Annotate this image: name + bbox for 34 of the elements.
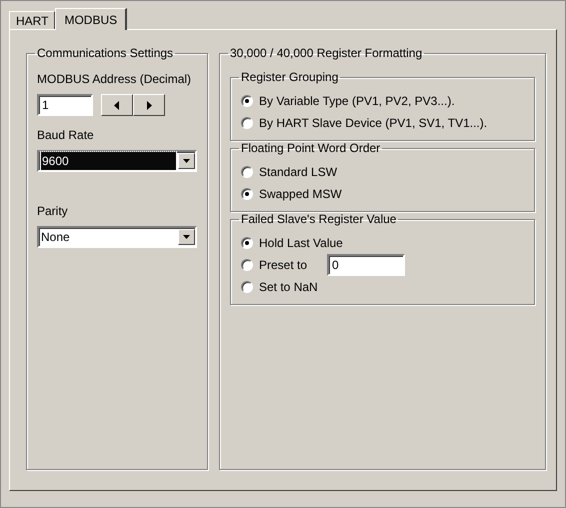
field-label: Baud Rate [37,127,95,144]
radio-button[interactable] [241,117,253,129]
radio-label: By Variable Type (PV1, PV2, PV3...). [259,93,455,110]
left-arrow-icon [114,100,120,110]
tab[interactable]: MODBUS [55,8,128,30]
radio-button[interactable] [241,188,253,200]
radio-button[interactable] [241,95,253,107]
dropdown[interactable]: 9600 [37,150,197,172]
spin-left-button[interactable] [101,94,133,116]
radio-label: Preset to [259,257,308,274]
radio-label: By HART Slave Device (PV1, SV1, TV1...). [259,115,488,132]
radio-button[interactable] [241,259,253,271]
radio-button[interactable] [241,166,253,178]
radio-label: Standard LSW [259,164,338,181]
dropdown-arrow-icon [183,235,190,239]
group-title: Floating Point Word Order [240,141,382,155]
radio-button[interactable] [241,281,253,293]
group-title: Communications Settings [36,46,174,60]
spin-right-button[interactable] [133,94,165,116]
tab[interactable]: HART [9,11,56,29]
field-label: Parity [37,203,69,220]
field-label: MODBUS Address (Decimal) [37,71,192,88]
input-field[interactable]: 1 [37,94,93,116]
dropdown[interactable]: None [37,226,197,248]
dropdown-arrow-icon [183,159,190,163]
input-field[interactable]: 0 [327,254,406,276]
group-title: 30,000 / 40,000 Register Formatting [229,46,424,60]
group-title: Register Grouping [240,70,340,84]
radio-label: Set to NaN [259,279,318,296]
group-title: Failed Slave's Register Value [240,212,398,226]
radio-label: Swapped MSW [259,186,342,203]
radio-label: Hold Last Value [259,235,343,252]
right-arrow-icon [146,100,152,110]
radio-button[interactable] [241,237,253,249]
